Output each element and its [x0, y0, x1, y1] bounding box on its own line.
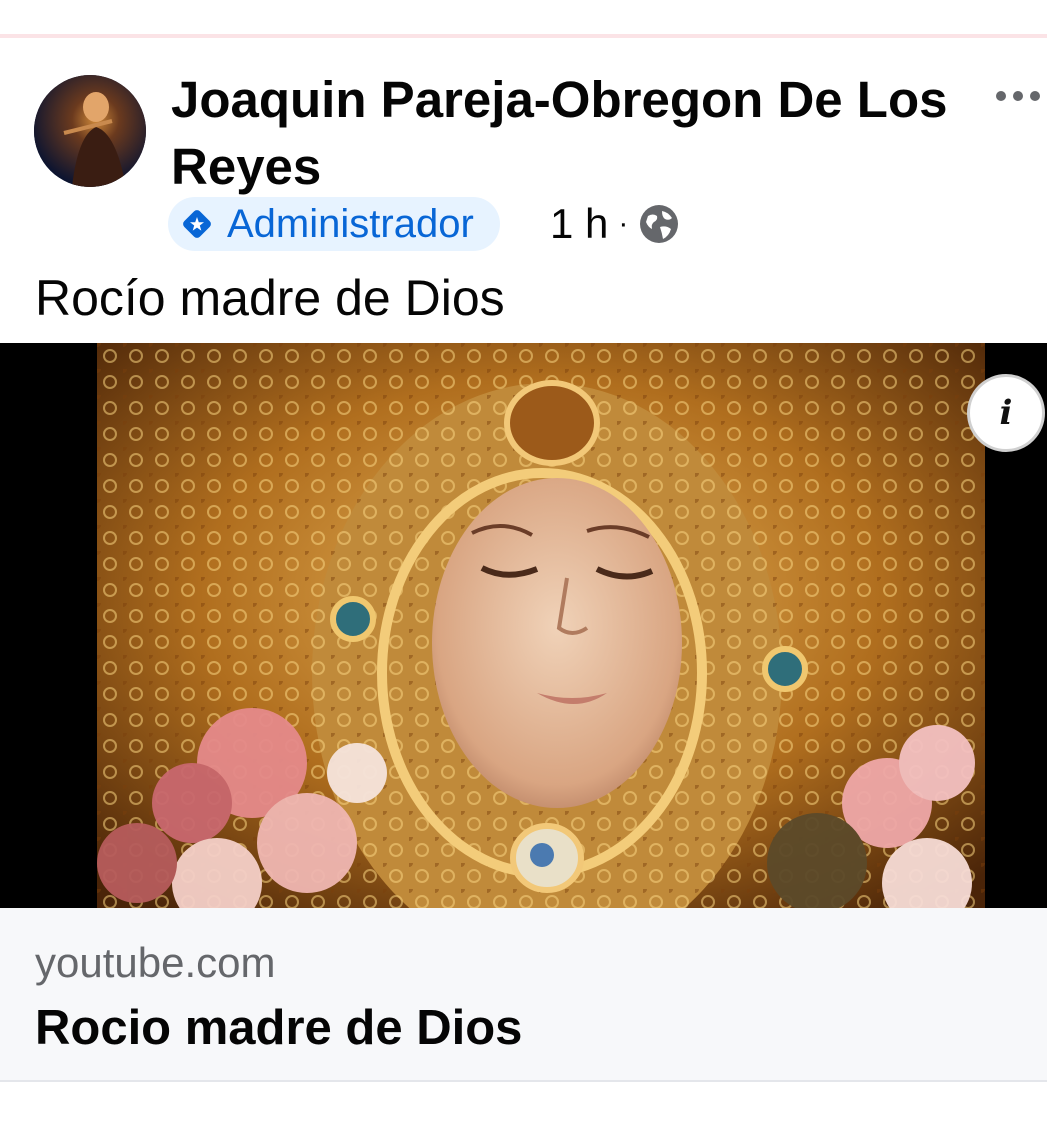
link-preview-image[interactable] [0, 343, 1047, 908]
admin-role-label: Administrador [227, 202, 474, 246]
post-time[interactable]: 1 h [550, 200, 608, 248]
meta-separator: · [618, 207, 629, 240]
link-title[interactable]: Rocio madre de Dios [35, 999, 522, 1057]
globe-icon[interactable] [638, 203, 680, 245]
info-button[interactable]: i [967, 374, 1045, 452]
more-options-icon[interactable] [996, 87, 1046, 105]
avatar-image [34, 75, 146, 187]
admin-diamond-icon [183, 210, 211, 238]
admin-role-badge[interactable]: Administrador [168, 197, 500, 251]
see-translation-row [35, 1104, 1035, 1121]
top-divider [0, 34, 1047, 38]
info-icon: i [999, 393, 1013, 433]
author-avatar[interactable] [34, 75, 146, 187]
virgin-rocio-thumbnail [97, 343, 985, 908]
card-divider [0, 1080, 1047, 1082]
author-name[interactable]: Joaquin Pareja-Obregon De Los Reyes [171, 66, 961, 200]
post-meta: 1 h · [550, 197, 680, 251]
post-text: Rocío madre de Dios [35, 270, 505, 326]
link-domain: youtube.com [35, 939, 276, 986]
